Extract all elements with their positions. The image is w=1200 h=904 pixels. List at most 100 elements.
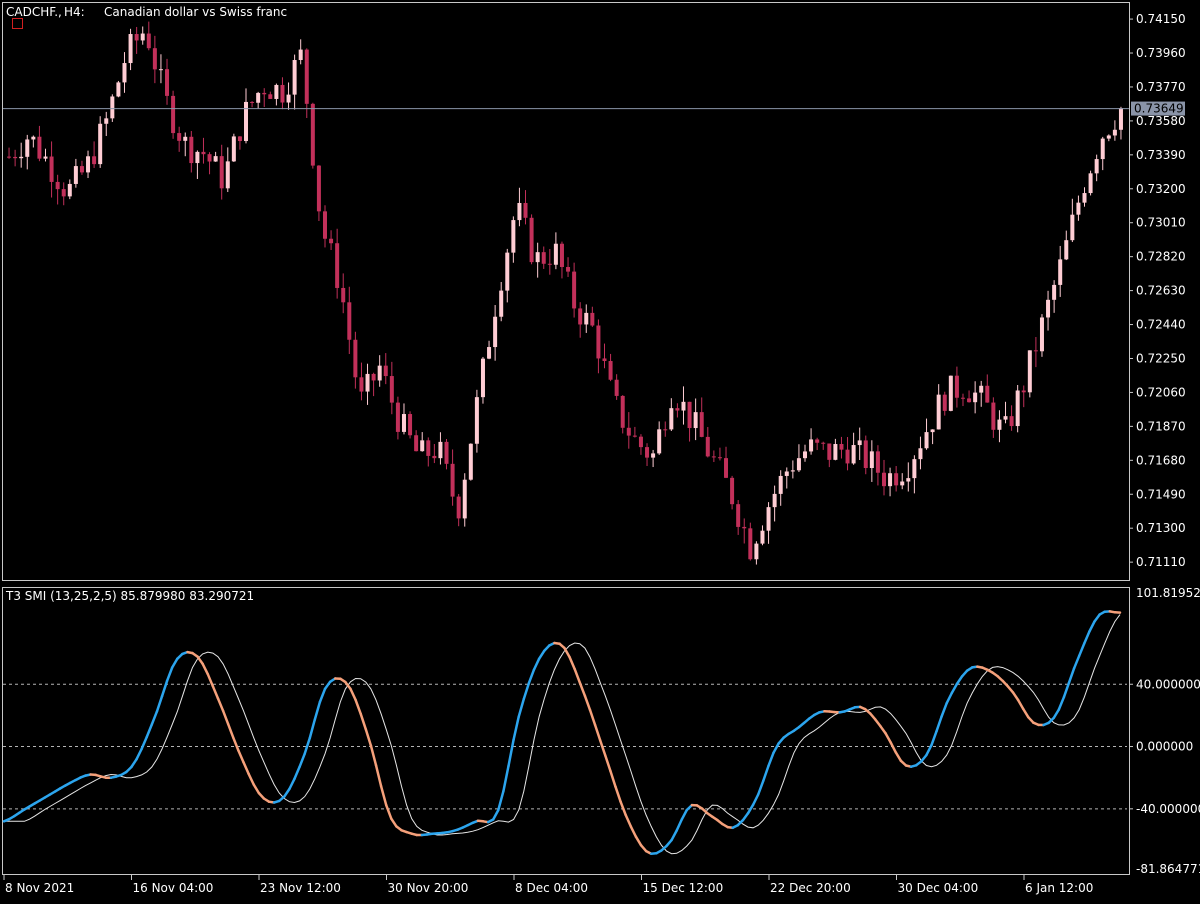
candle-body bbox=[305, 50, 309, 104]
candle-body bbox=[694, 412, 698, 428]
candle-body bbox=[584, 313, 588, 325]
time-tick-label: 30 Dec 04:00 bbox=[898, 881, 979, 895]
candle-body bbox=[1058, 259, 1062, 285]
candle-body bbox=[1046, 300, 1050, 318]
smi-line-segment bbox=[743, 813, 748, 820]
price-tick-label: 0.72060 bbox=[1136, 385, 1186, 399]
smi-line-segment bbox=[590, 710, 595, 725]
candle-body bbox=[542, 252, 546, 264]
candle-body bbox=[669, 408, 673, 429]
candle-body bbox=[524, 203, 528, 218]
price-tick-label: 0.71870 bbox=[1136, 419, 1186, 433]
candle-body bbox=[487, 347, 491, 359]
candle-body bbox=[1113, 130, 1117, 136]
smi-line-segment bbox=[631, 826, 636, 836]
candle-body bbox=[1016, 390, 1020, 426]
smi-line-segment bbox=[167, 668, 172, 681]
smi-line-segment bbox=[774, 744, 779, 753]
candle-body bbox=[86, 156, 90, 172]
candle-body bbox=[220, 156, 224, 188]
price-tick-label: 0.71680 bbox=[1136, 453, 1186, 467]
current-price-line: 0.73649 bbox=[3, 102, 1185, 116]
smi-line-segment bbox=[305, 738, 310, 754]
smi-line-segment bbox=[172, 659, 177, 668]
candle-body bbox=[37, 137, 41, 159]
smi-line-segment bbox=[947, 693, 952, 703]
smi-line-segment bbox=[198, 657, 203, 664]
candle-body bbox=[414, 435, 418, 451]
candle-body bbox=[195, 152, 199, 163]
candle-body bbox=[767, 507, 771, 531]
candle-body bbox=[949, 376, 953, 411]
candle-body bbox=[536, 252, 540, 262]
candle-body bbox=[633, 436, 637, 437]
smi-line-segment bbox=[672, 831, 677, 841]
candle-body bbox=[189, 137, 193, 163]
candle-body bbox=[1083, 193, 1087, 203]
candle-body bbox=[98, 124, 102, 164]
candle-body bbox=[912, 459, 916, 478]
candle-body bbox=[92, 156, 96, 164]
candle-body bbox=[894, 473, 898, 485]
smi-line-segment bbox=[886, 733, 891, 742]
smi-line-segment bbox=[595, 725, 600, 740]
candle-body bbox=[104, 118, 108, 123]
candle-body bbox=[906, 478, 910, 481]
time-tick-label: 15 Dec 12:00 bbox=[643, 881, 724, 895]
price-tick-label: 0.73960 bbox=[1136, 46, 1186, 60]
indicator-level-label: 0.000000 bbox=[1136, 740, 1193, 754]
smi-line-segment bbox=[213, 686, 218, 698]
candle-body bbox=[991, 403, 995, 430]
smi-line-segment bbox=[875, 720, 880, 727]
indicator-min-label: -81.864771 bbox=[1136, 862, 1200, 876]
candle-body bbox=[280, 85, 284, 103]
candle-body bbox=[68, 184, 72, 196]
candle-body bbox=[675, 408, 679, 410]
candle-body bbox=[627, 428, 631, 436]
smi-line-segment bbox=[351, 689, 356, 700]
candle-body bbox=[426, 440, 430, 456]
candle-body bbox=[25, 139, 29, 156]
smi-line-segment bbox=[1054, 710, 1059, 718]
trade-marker-icon[interactable] bbox=[13, 19, 23, 29]
candle-body bbox=[226, 161, 230, 188]
candle-body bbox=[390, 376, 394, 403]
candle-body bbox=[815, 439, 819, 442]
smi-line-segment bbox=[142, 737, 147, 749]
candle-body bbox=[256, 93, 260, 103]
price-tick-label: 0.71490 bbox=[1136, 487, 1186, 501]
smi-line-segment bbox=[529, 670, 534, 684]
candle-body bbox=[244, 102, 248, 141]
candle-body bbox=[718, 457, 722, 458]
candle-body bbox=[129, 34, 133, 63]
candle-body bbox=[809, 439, 813, 451]
candle-body bbox=[1034, 350, 1038, 351]
smi-line-segment bbox=[753, 795, 758, 805]
smi-line-segment bbox=[131, 759, 136, 767]
indicator-title: T3 SMI (13,25,2,5) 85.879980 83.290721 bbox=[5, 589, 254, 603]
candle-body bbox=[1022, 390, 1026, 392]
smi-line-segment bbox=[758, 781, 763, 795]
candle-body bbox=[803, 451, 807, 458]
candle-body bbox=[560, 244, 564, 267]
smi-line-segment bbox=[1074, 656, 1079, 669]
candle-body bbox=[736, 504, 740, 527]
price-tick-label: 0.73390 bbox=[1136, 148, 1186, 162]
candle-body bbox=[122, 63, 126, 82]
smi-line-segment bbox=[891, 743, 896, 753]
candle-body bbox=[299, 50, 303, 60]
candle-body bbox=[1004, 416, 1008, 419]
candle-body bbox=[293, 60, 297, 95]
candle-body bbox=[791, 470, 795, 471]
candle-body bbox=[1076, 203, 1080, 215]
candle-body bbox=[779, 476, 783, 494]
candle-body bbox=[80, 166, 84, 172]
candle-body bbox=[475, 397, 479, 444]
candle-body bbox=[238, 136, 242, 141]
candle-body bbox=[493, 317, 497, 347]
smi-line-segment bbox=[896, 752, 901, 760]
candle-body bbox=[481, 359, 485, 397]
smi-line-segment bbox=[503, 766, 508, 791]
candle-body bbox=[19, 157, 23, 158]
smi-line-segment bbox=[284, 789, 289, 797]
